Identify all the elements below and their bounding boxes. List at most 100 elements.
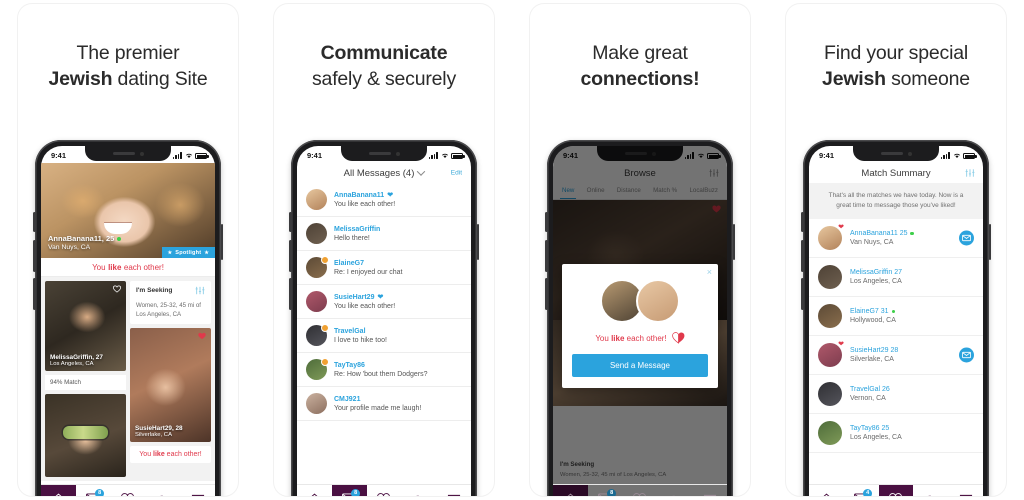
list-item[interactable]: AnnaBanana11 ❤ You like each other!: [297, 183, 471, 217]
profile-grid: MelissaGriffin, 27 Los Angeles, CA 94% M…: [41, 277, 215, 481]
nav-menu[interactable]: [948, 485, 983, 496]
nav-messages[interactable]: 8: [587, 485, 623, 496]
nav-likes[interactable]: [878, 485, 914, 496]
panel-connections: Make great connections! 9:41: [512, 0, 768, 500]
heart-icon: [121, 492, 135, 496]
nav-stats[interactable]: [145, 485, 180, 496]
messages-title[interactable]: All Messages (4): [344, 168, 415, 179]
envelope-icon: [962, 234, 971, 242]
list-item[interactable]: MelissaGriffin Hello there!: [297, 217, 471, 251]
panel-premier: The premier Jewish dating Site 9:41 Anna…: [0, 0, 256, 500]
headline-4: Find your special Jewish someone: [786, 40, 1006, 92]
profile-tile-melissa[interactable]: MelissaGriffin, 27 Los Angeles, CA: [45, 281, 126, 372]
heart-icon: [889, 492, 903, 496]
phone-mockup-4: 9:41 Match Summary That's all the matche…: [801, 140, 991, 496]
bar-chart-icon: [928, 495, 932, 496]
nav-likes[interactable]: [367, 485, 402, 496]
status-indicators: [940, 152, 977, 159]
avatar: [818, 382, 842, 406]
list-item[interactable]: TravelGal 26 Vernon, CA: [809, 375, 983, 414]
bottom-nav-3: 8: [553, 484, 727, 496]
nav-messages[interactable]: 8: [331, 485, 367, 496]
list-item[interactable]: ❤ AnnaBanana11 25 Van Nuys, CA: [809, 219, 983, 258]
list-item[interactable]: TayTay86 Re: How 'bout them Dodgers?: [297, 353, 471, 387]
message-sender: ElaineG7: [334, 259, 364, 267]
tile-name: SusieHart29, 28: [135, 425, 183, 432]
status-indicators: [172, 152, 209, 159]
nav-menu[interactable]: [180, 485, 215, 496]
list-item[interactable]: SusieHart29 ❤ You like each other!: [297, 285, 471, 319]
sliders-icon[interactable]: [965, 169, 975, 178]
panel-communicate: Communicate safely & securely 9:41 All M…: [256, 0, 512, 500]
match-name: AnnaBanana11 25: [850, 230, 914, 237]
match-percent: 94% Match: [45, 375, 126, 391]
message-preview: Your profile made me laugh!: [334, 404, 422, 412]
nav-messages[interactable]: 4: [844, 485, 879, 496]
profile-tile-susie[interactable]: SusieHart29, 28 Silverlake, CA: [130, 328, 211, 442]
list-item[interactable]: TravelGal I love to hike too!: [297, 319, 471, 353]
status-time: 9:41: [51, 151, 67, 160]
headline-1-line2-bold: Jewish: [48, 68, 113, 90]
phone-side-button: [545, 278, 548, 310]
grid-column-left: MelissaGriffin, 27 Los Angeles, CA 94% M…: [45, 281, 126, 477]
list-item[interactable]: CMJ921 Your profile made me laugh!: [297, 387, 471, 421]
panel-card-2: Communicate safely & securely 9:41 All M…: [274, 4, 494, 496]
avatar: [818, 421, 842, 445]
send-message-icon[interactable]: [959, 347, 974, 363]
battery-icon: [195, 152, 209, 159]
tile-location: Los Angeles, CA: [50, 361, 94, 368]
send-message-button[interactable]: Send a Message: [572, 354, 708, 377]
profile-tile-sunglasses[interactable]: [45, 394, 126, 477]
message-text: SusieHart29 ❤ You like each other!: [334, 293, 395, 311]
nav-stats[interactable]: [657, 485, 693, 496]
featured-profile-photo[interactable]: AnnaBanana11, 25 Van Nuys, CA ★ Spotligh…: [41, 163, 215, 258]
nav-likes[interactable]: [111, 485, 146, 496]
match-info: ElaineG7 31 Hollywood, CA: [850, 308, 896, 324]
phone-side-button: [801, 240, 804, 272]
nav-home[interactable]: [41, 485, 76, 496]
match-name: ElaineG7 31: [850, 308, 896, 315]
nav-messages[interactable]: 8: [76, 485, 111, 496]
like-bold: like: [153, 451, 165, 458]
nav-stats[interactable]: [401, 485, 436, 496]
speaker-grille: [368, 152, 391, 155]
headline-1-line1: The premier: [76, 42, 180, 64]
nav-stats[interactable]: [913, 485, 948, 496]
avatar: ❤: [818, 224, 844, 250]
panel-card-4: Find your special Jewish someone 9:41 Ma…: [786, 4, 1006, 496]
seeking-title: I'm Seeking: [136, 287, 173, 294]
home-icon: [566, 492, 574, 496]
nav-likes[interactable]: [622, 485, 658, 496]
list-item[interactable]: ❤ SusieHart29 28 Silverlake, CA: [809, 336, 983, 375]
unread-dot: [321, 358, 329, 366]
match-location: Van Nuys, CA: [850, 239, 894, 246]
hamburger-icon: [703, 494, 716, 496]
edit-button[interactable]: Edit: [451, 170, 462, 177]
close-icon[interactable]: ×: [707, 268, 712, 277]
sliders-icon[interactable]: [195, 286, 205, 295]
heart-icon-filled[interactable]: [198, 332, 206, 340]
list-item[interactable]: TayTay86 25 Los Angeles, CA: [809, 414, 983, 453]
heart-icon[interactable]: [113, 285, 121, 293]
nav-menu[interactable]: [692, 485, 727, 496]
spotlight-badge[interactable]: ★ Spotlight ★: [161, 247, 215, 258]
list-item[interactable]: ElaineG7 Re: I enjoyed our chat: [297, 251, 471, 285]
message-text: ElaineG7 Re: I enjoyed our chat: [334, 260, 403, 276]
phone-side-button: [545, 240, 548, 272]
nav-home[interactable]: [553, 485, 588, 496]
message-preview: Re: I enjoyed our chat: [334, 268, 403, 276]
list-item[interactable]: MelissaGriffin 27 Los Angeles, CA: [809, 258, 983, 297]
seeking-card[interactable]: I'm Seeking Women, 25-32, 45 mi of Los A…: [130, 281, 211, 324]
match-info: AnnaBanana11 25 Van Nuys, CA: [850, 230, 914, 246]
nav-home[interactable]: [809, 485, 844, 496]
chevron-down-icon[interactable]: [417, 167, 426, 176]
battery-icon: [963, 152, 977, 159]
list-item[interactable]: ElaineG7 31 Hollywood, CA: [809, 297, 983, 336]
avatar: [306, 189, 327, 210]
online-dot: [910, 231, 914, 236]
nav-home[interactable]: [297, 485, 332, 496]
send-message-icon[interactable]: [959, 230, 974, 246]
nav-menu[interactable]: [436, 485, 471, 496]
seeking-title-row: I'm Seeking: [136, 286, 205, 295]
like-pre: You: [139, 451, 154, 458]
